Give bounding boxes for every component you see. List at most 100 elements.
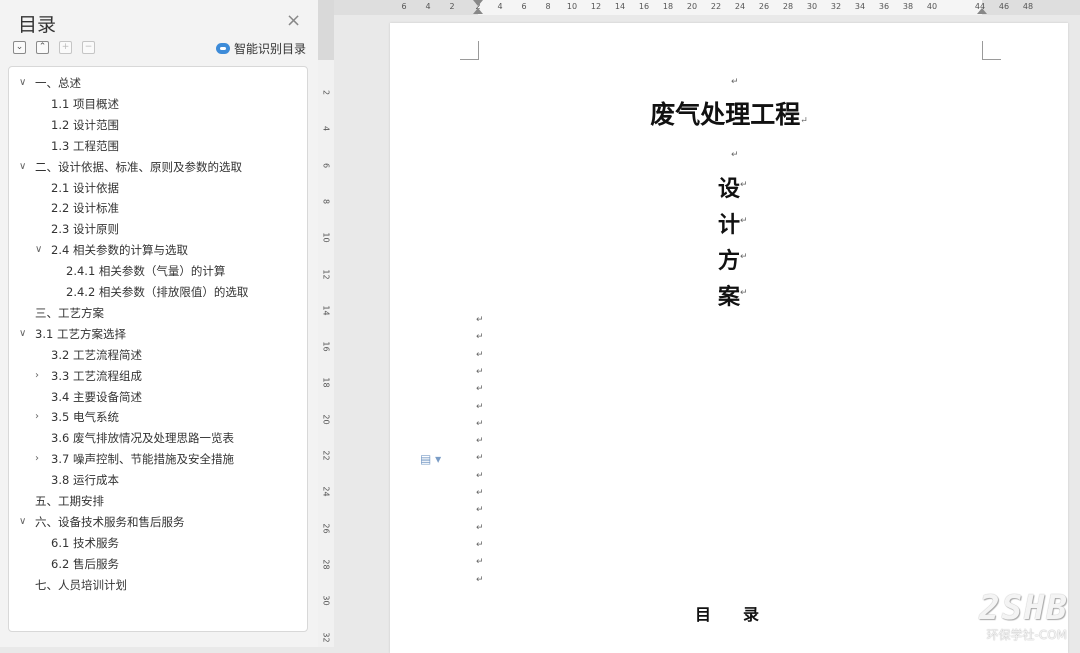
toc-panel-title: 目录 bbox=[18, 14, 57, 36]
toc-item[interactable]: 3.1 工艺方案选择 bbox=[35, 324, 126, 344]
toc-item[interactable]: 3.3 工艺流程组成 bbox=[51, 366, 142, 386]
first-line-indent-marker[interactable] bbox=[473, 0, 483, 6]
horizontal-ruler[interactable]: 6 4 2 2 4 6 8 10 12 14 16 18 20 22 24 26 28 30 32 34 36 38 40 4… bbox=[334, 0, 1080, 15]
ruler-tick-label: 12 bbox=[321, 268, 331, 280]
ruler-tick-label: 40 bbox=[926, 2, 938, 11]
chevron-down-icon[interactable]: ∨ bbox=[19, 73, 29, 93]
paragraph-mark: ↵ bbox=[476, 470, 484, 481]
paragraph-mark: ↵ bbox=[476, 418, 484, 429]
ruler-tick-label: 8 bbox=[321, 198, 331, 204]
smart-toc-label: 智能识别目录 bbox=[234, 41, 307, 56]
ruler-tick-label: 18 bbox=[321, 377, 331, 388]
document-page[interactable]: ↵ 废气处理工程↵ ↵ 设 计 方 案 ↵ ↵ ↵ ↵ 目 录 ↵ ↵ ↵ ↵ ↵ ↵ ↵ ↵… bbox=[390, 23, 1068, 653]
chevron-right-icon[interactable]: › bbox=[35, 407, 45, 427]
ruler-tick-label: 8 bbox=[545, 2, 551, 11]
paragraph-mark: ↵ bbox=[740, 252, 748, 262]
paragraph-mark: ↵ bbox=[476, 436, 484, 447]
toc-item[interactable]: 六、设备技术服务和售后服务 bbox=[35, 512, 185, 532]
document-area[interactable]: ↵ 废气处理工程↵ ↵ 设 计 方 案 ↵ ↵ ↵ ↵ 目 录 ↵ ↵ ↵ ↵ ↵ ↵ ↵ ↵… bbox=[334, 15, 1080, 653]
paragraph-mark: ↵ bbox=[740, 216, 748, 226]
document-options-icon[interactable]: ▤ ▾ bbox=[420, 452, 441, 466]
paragraph-mark: ↵ bbox=[476, 453, 484, 464]
toc-item[interactable]: 七、人员培训计划 bbox=[35, 575, 127, 595]
ruler-tick-label: 22 bbox=[710, 2, 722, 11]
ruler-tick-label: 6 bbox=[521, 2, 527, 11]
margin-corner-top-right bbox=[982, 41, 1001, 60]
toc-item[interactable]: 2.4.2 相关参数（排放限值）的选取 bbox=[66, 282, 248, 302]
chevron-down-icon[interactable]: ∨ bbox=[19, 324, 29, 344]
cloud-icon bbox=[216, 42, 230, 54]
ruler-tick-label: 2 bbox=[449, 2, 455, 11]
subtitle-char: 方 bbox=[718, 248, 741, 274]
chevron-down-icon[interactable]: ∨ bbox=[19, 157, 29, 177]
toc-item[interactable]: 三、工艺方案 bbox=[35, 303, 104, 323]
toc-panel: 目录 × ⌄ ⌃ + − 智能识别目录 ∨ 一、总述 1.1 项目概述 1.2 设计范… bbox=[0, 0, 319, 647]
toc-list: ∨ 一、总述 1.1 项目概述 1.2 设计范围 1.3 工程范围 ∨ 二、设计依据、标准、… bbox=[8, 66, 308, 632]
paragraph-mark: ↵ bbox=[731, 150, 739, 160]
toc-item[interactable]: 1.3 工程范围 bbox=[51, 136, 119, 156]
toc-item[interactable]: 2.4.1 相关参数（气量）的计算 bbox=[66, 261, 225, 281]
ruler-tick-label: 6 bbox=[401, 2, 407, 11]
toc-item[interactable]: 1.2 设计范围 bbox=[51, 115, 119, 135]
toc-item[interactable]: 2.3 设计原则 bbox=[51, 219, 119, 239]
paragraph-mark: ↵ bbox=[476, 332, 484, 343]
ruler-tick-label: 26 bbox=[758, 2, 770, 11]
toc-item[interactable]: 3.4 主要设备简述 bbox=[51, 387, 142, 407]
paragraph-mark: ↵ bbox=[476, 505, 484, 516]
toc-item[interactable]: 二、设计依据、标准、原则及参数的选取 bbox=[35, 157, 242, 177]
left-indent-marker[interactable] bbox=[473, 8, 483, 14]
paragraph-mark: ↵ bbox=[476, 349, 484, 360]
chevron-down-icon[interactable]: ∨ bbox=[35, 240, 45, 260]
ruler-tick-label: 26 bbox=[321, 523, 331, 534]
toc-item[interactable]: 3.8 运行成本 bbox=[51, 470, 119, 490]
toc-item[interactable]: 2.1 设计依据 bbox=[51, 178, 119, 198]
right-indent-marker[interactable] bbox=[977, 8, 987, 14]
toc-item[interactable]: 2.4 相关参数的计算与选取 bbox=[51, 240, 188, 260]
chevron-right-icon[interactable]: › bbox=[35, 449, 45, 469]
paragraph-mark: ↵ bbox=[800, 116, 808, 126]
paragraph-mark: ↵ bbox=[476, 522, 484, 533]
paragraph-mark: ↵ bbox=[476, 366, 484, 377]
toc-header: 目录 × bbox=[0, 0, 318, 40]
document-title: 废气处理工程↵ bbox=[390, 95, 1068, 131]
ruler-tick-label: 48 bbox=[1022, 2, 1034, 11]
paragraph-mark: ↵ bbox=[740, 288, 748, 298]
smart-toc-button[interactable]: 智能识别目录 bbox=[216, 40, 306, 56]
ruler-tick-label: 2 bbox=[321, 89, 331, 96]
toc-item[interactable]: 3.5 电气系统 bbox=[51, 407, 119, 427]
ruler-tick-label: 4 bbox=[425, 2, 431, 11]
ruler-tick-label: 30 bbox=[321, 595, 331, 606]
ruler-tick-label: 16 bbox=[321, 341, 331, 352]
toc-item[interactable]: 一、总述 bbox=[35, 73, 81, 93]
toc-toolbar: ⌄ ⌃ + − 智能识别目录 bbox=[0, 40, 318, 60]
toc-item[interactable]: 3.7 噪声控制、节能措施及安全措施 bbox=[51, 449, 234, 469]
ruler-tick-label: 38 bbox=[902, 2, 914, 11]
ruler-tick-label: 18 bbox=[662, 2, 674, 11]
remove-heading-icon[interactable]: − bbox=[82, 41, 95, 54]
toc-item[interactable]: 2.2 设计标准 bbox=[51, 198, 119, 218]
toc-item[interactable]: 五、工期安排 bbox=[35, 491, 104, 511]
ruler-tick-label: 36 bbox=[878, 2, 890, 11]
toc-item[interactable]: 3.2 工艺流程简述 bbox=[51, 345, 142, 365]
vertical-ruler[interactable]: 2 4 6 8 10 12 14 16 18 20 22 24 26 28 30 32 bbox=[318, 0, 334, 647]
expand-all-icon[interactable]: ⌃ bbox=[36, 41, 49, 54]
toc-item[interactable]: 1.1 项目概述 bbox=[51, 94, 119, 114]
ruler-tick-label: 16 bbox=[638, 2, 650, 11]
ruler-tick-label: 14 bbox=[614, 2, 626, 11]
ruler-tick-label: 46 bbox=[998, 2, 1010, 11]
collapse-all-icon[interactable]: ⌄ bbox=[13, 41, 26, 54]
toc-item[interactable]: 3.6 废气排放情况及处理思路一览表 bbox=[51, 428, 234, 448]
ruler-tick-label: 32 bbox=[321, 631, 331, 643]
ruler-tick-label: 24 bbox=[734, 2, 746, 11]
close-icon[interactable]: × bbox=[286, 12, 301, 30]
paragraph-mark: ↵ bbox=[731, 77, 739, 87]
subtitle-char: 案 bbox=[718, 284, 741, 310]
chevron-down-icon[interactable]: ∨ bbox=[19, 512, 29, 532]
ruler-tick-label: 4 bbox=[321, 126, 331, 132]
add-heading-icon[interactable]: + bbox=[59, 41, 72, 54]
ruler-tick-label: 34 bbox=[854, 2, 866, 11]
toc-item[interactable]: 6.1 技术服务 bbox=[51, 533, 119, 553]
toc-item[interactable]: 6.2 售后服务 bbox=[51, 554, 119, 574]
chevron-right-icon[interactable]: › bbox=[35, 366, 45, 386]
watermark-logo: 2SHB 环保学社-COM bbox=[905, 588, 1075, 644]
